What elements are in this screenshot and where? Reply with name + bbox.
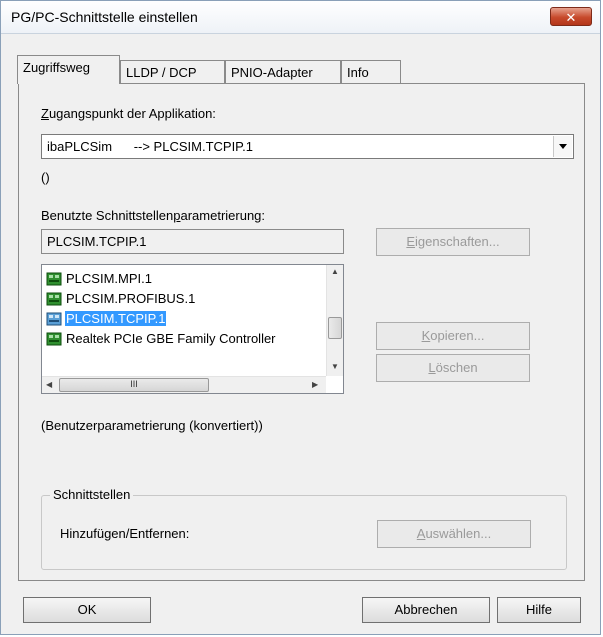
horizontal-scroll-thumb[interactable]: III	[59, 378, 209, 392]
title-bar[interactable]: PG/PC-Schnittstelle einstellen ✕	[1, 1, 600, 34]
current-interface-field: PLCSIM.TCPIP.1	[41, 229, 344, 254]
add-remove-label: Hinzufügen/Entfernen:	[60, 526, 190, 541]
list-item-label: PLCSIM.TCPIP.1	[65, 311, 167, 326]
vertical-scrollbar[interactable]: ▲ ▼	[326, 265, 343, 376]
delete-button[interactable]: Löschen	[376, 354, 530, 382]
dialog-window: PG/PC-Schnittstelle einstellen ✕ Zugriff…	[0, 0, 601, 635]
select-button[interactable]: Auswählen...	[377, 520, 531, 548]
copy-mnemonic: K	[421, 328, 431, 343]
properties-mnemonic: E	[406, 234, 416, 249]
window-title: PG/PC-Schnittstelle einstellen	[11, 9, 198, 25]
interface-param-label-prefix: Benutzte Schnittstellen	[41, 208, 174, 223]
access-point-combobox[interactable]: ibaPLCSim --> PLCSIM.TCPIP.1	[41, 134, 574, 159]
copy-label: opieren...	[430, 328, 485, 343]
tab-pnio-adapter[interactable]: PNIO-Adapter	[225, 60, 341, 84]
scroll-right-icon[interactable]: ▶	[312, 380, 318, 389]
ok-button[interactable]: OK	[23, 597, 151, 623]
access-point-label: Zugangspunkt der Applikation:	[41, 106, 216, 121]
chevron-down-icon	[559, 144, 567, 149]
network-adapter-icon	[46, 272, 62, 286]
properties-label: igenschaften...	[415, 234, 500, 249]
tab-zugriffsweg[interactable]: Zugriffsweg	[17, 55, 120, 84]
vertical-scroll-thumb[interactable]	[328, 317, 342, 339]
close-icon: ✕	[565, 10, 577, 25]
cancel-button[interactable]: Abbrechen	[362, 597, 490, 623]
scroll-grip: III	[130, 379, 138, 389]
interface-param-label-suffix: arametrierung:	[180, 208, 266, 223]
tab-label: LLDP / DCP	[126, 65, 197, 80]
scroll-down-icon[interactable]: ▼	[331, 362, 339, 371]
help-button[interactable]: Hilfe	[497, 597, 581, 623]
select-label: uswählen...	[425, 526, 492, 541]
list-item-label: PLCSIM.PROFIBUS.1	[66, 291, 196, 306]
delete-mnemonic: L	[428, 360, 436, 375]
delete-label: öschen	[435, 360, 478, 375]
horizontal-scrollbar[interactable]: ◀ III ▶	[42, 376, 326, 393]
tab-label: Zugriffsweg	[23, 60, 90, 75]
list-item-label: Realtek PCIe GBE Family Controller	[66, 331, 276, 346]
network-adapter-icon	[46, 312, 62, 326]
tab-label: PNIO-Adapter	[231, 65, 313, 80]
close-button[interactable]: ✕	[550, 7, 592, 26]
access-point-combo-value: ibaPLCSim --> PLCSIM.TCPIP.1	[47, 139, 254, 154]
tab-label: Info	[347, 65, 369, 80]
network-adapter-icon	[46, 332, 62, 346]
scroll-left-icon[interactable]: ◀	[46, 380, 52, 389]
interface-listbox[interactable]: PLCSIM.MPI.1 PLCSIM.PROFIBUS.1 PLCSIM.TC…	[41, 264, 344, 394]
access-point-label-mnemonic: Z	[41, 106, 49, 121]
tab-panel-zugriffsweg: Zugangspunkt der Applikation: ibaPLCSim …	[18, 83, 585, 581]
interface-param-label: Benutzte Schnittstellenparametrierung:	[41, 208, 265, 223]
properties-button[interactable]: Eigenschaften...	[376, 228, 530, 256]
access-point-label-rest: ugangspunkt der Applikation:	[48, 106, 216, 121]
tab-lldp-dcp[interactable]: LLDP / DCP	[120, 60, 225, 84]
current-interface-value: PLCSIM.TCPIP.1	[47, 234, 147, 249]
list-item-label: PLCSIM.MPI.1	[66, 271, 152, 286]
groupbox-title: Schnittstellen	[50, 487, 134, 502]
interfaces-groupbox: Schnittstellen Hinzufügen/Entfernen: Aus…	[41, 487, 567, 570]
tab-info[interactable]: Info	[341, 60, 401, 84]
status-text: (Benutzerparametrierung (konvertiert))	[41, 418, 263, 433]
copy-button[interactable]: Kopieren...	[376, 322, 530, 350]
combo-dropdown-button[interactable]	[553, 136, 572, 157]
access-point-description: ()	[41, 170, 50, 185]
network-adapter-icon	[46, 292, 62, 306]
scroll-up-icon[interactable]: ▲	[331, 267, 339, 276]
